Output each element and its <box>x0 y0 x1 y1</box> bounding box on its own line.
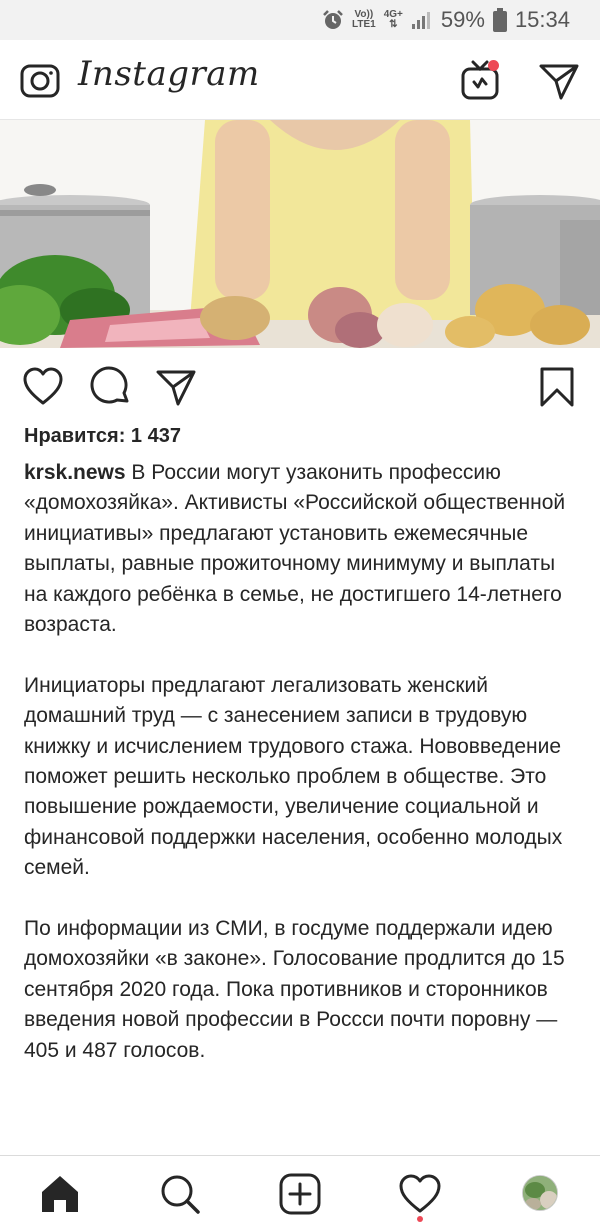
network-type: 4G+ ⇅ <box>383 9 403 30</box>
caption-text-1: В России могут узаконить профессию «домо… <box>24 461 566 637</box>
caption-paragraph-3: По информации из СМИ, в госдуме поддержа… <box>24 917 565 1062</box>
app-header: Instagram <box>0 40 600 120</box>
status-bar: Vo)) LTE1 4G+ ⇅ 59% 15:34 <box>0 0 600 40</box>
likes-count[interactable]: Нравится: 1 437 <box>24 425 181 448</box>
share-icon[interactable] <box>155 366 197 408</box>
bottom-nav <box>0 1155 600 1232</box>
post-username[interactable]: krsk.news <box>24 461 126 484</box>
heart-icon[interactable] <box>22 366 64 408</box>
clock: 15:34 <box>514 7 570 32</box>
post-caption: krsk.news В России могут узаконить профе… <box>24 458 584 1096</box>
comment-icon[interactable] <box>90 366 132 408</box>
bookmark-icon[interactable] <box>536 366 578 408</box>
post-image <box>0 120 600 348</box>
camera-icon[interactable] <box>20 60 60 100</box>
add-post-icon[interactable] <box>278 1172 322 1216</box>
caption-paragraph-1: krsk.news В России могут узаконить профе… <box>24 458 584 640</box>
direct-message-icon[interactable] <box>538 60 580 102</box>
activity-notification-dot <box>417 1216 423 1222</box>
battery-icon <box>492 8 507 32</box>
igtv-notification-dot <box>488 60 499 71</box>
instagram-logo[interactable]: Instagram <box>78 54 260 94</box>
caption-clip: krsk.news В России могут узаконить профе… <box>0 450 600 1155</box>
volte-indicator: Vo)) LTE1 <box>351 9 376 30</box>
alarm-icon <box>323 10 343 29</box>
battery-percent: 59% <box>440 7 485 32</box>
post-actions <box>0 360 600 414</box>
home-icon[interactable] <box>38 1172 82 1216</box>
search-icon[interactable] <box>158 1172 202 1216</box>
signal-icon <box>411 12 430 29</box>
post-photo[interactable] <box>0 120 600 348</box>
profile-avatar[interactable] <box>522 1175 558 1211</box>
activity-heart-icon[interactable] <box>398 1172 442 1216</box>
caption-paragraph-2: Инициаторы предлагают легализовать женск… <box>24 673 563 880</box>
